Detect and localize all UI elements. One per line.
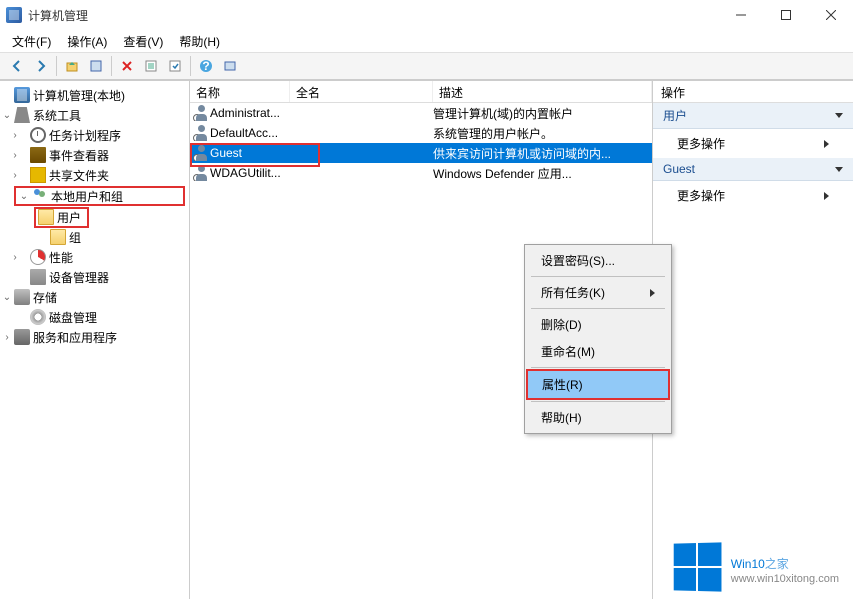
action-more-guest[interactable]: 更多操作: [653, 181, 853, 210]
close-button[interactable]: [808, 0, 853, 30]
col-name[interactable]: 名称: [190, 81, 290, 102]
ctx-separator: [531, 401, 665, 402]
ctx-separator: [531, 276, 665, 277]
minimize-button[interactable]: [718, 0, 763, 30]
users-group-icon: [32, 188, 48, 204]
tree-device-manager[interactable]: 设备管理器: [0, 267, 189, 287]
submenu-arrow-icon: [824, 140, 829, 148]
storage-icon: [14, 289, 30, 305]
user-row[interactable]: ↓Administrat... 管理计算机(域)的内置帐户: [190, 103, 652, 123]
back-button[interactable]: [6, 55, 28, 77]
maximize-button[interactable]: [763, 0, 808, 30]
user-row[interactable]: ↓DefaultAcc... 系统管理的用户帐户。: [190, 123, 652, 143]
window-title: 计算机管理: [28, 7, 718, 24]
user-row[interactable]: ↓WDAGUtilit... Windows Defender 应用...: [190, 163, 652, 183]
menubar: 文件(F) 操作(A) 查看(V) 帮助(H): [0, 30, 853, 52]
titlebar: 计算机管理: [0, 0, 853, 30]
ctx-rename[interactable]: 重命名(M): [527, 338, 669, 365]
folder-icon: [38, 209, 54, 225]
tree-disk-management[interactable]: 磁盘管理: [0, 307, 189, 327]
ctx-separator: [531, 367, 665, 368]
ctx-set-password[interactable]: 设置密码(S)...: [527, 247, 669, 274]
forward-button[interactable]: [30, 55, 52, 77]
ctx-all-tasks[interactable]: 所有任务(K): [527, 279, 669, 306]
view-button[interactable]: [219, 55, 241, 77]
tree-task-scheduler[interactable]: ›任务计划程序: [0, 125, 189, 145]
submenu-arrow-icon: [824, 192, 829, 200]
tree-services-apps[interactable]: ›服务和应用程序: [0, 327, 189, 347]
tree-groups[interactable]: 组: [0, 227, 189, 247]
clock-icon: [30, 127, 46, 143]
refresh-button[interactable]: [140, 55, 162, 77]
event-icon: [30, 147, 46, 163]
action-group-users[interactable]: 用户: [653, 103, 853, 129]
ctx-properties[interactable]: 属性(R): [528, 371, 668, 398]
watermark-url: www.win10xitong.com: [731, 573, 839, 585]
actions-header: 操作: [653, 81, 853, 103]
tree-performance[interactable]: ›性能: [0, 247, 189, 267]
action-group-guest[interactable]: Guest: [653, 158, 853, 181]
tree-root[interactable]: 计算机管理(本地): [0, 85, 189, 105]
tree-event-viewer[interactable]: ›事件查看器: [0, 145, 189, 165]
tree-pane: 计算机管理(本地) ⌄系统工具 ›任务计划程序 ›事件查看器 ›共享文件夹 ⌄本…: [0, 81, 190, 599]
properties-button[interactable]: [85, 55, 107, 77]
menu-file[interactable]: 文件(F): [4, 31, 59, 52]
ctx-separator: [531, 308, 665, 309]
user-icon: ↓: [194, 125, 210, 141]
collapse-icon: [835, 167, 843, 172]
tree-local-users-groups[interactable]: ⌄本地用户和组: [14, 186, 185, 206]
svg-text:?: ?: [202, 59, 209, 73]
tree-users[interactable]: 用户: [34, 207, 185, 227]
context-menu: 设置密码(S)... 所有任务(K) 删除(D) 重命名(M) 属性(R) 帮助…: [524, 244, 672, 434]
up-button[interactable]: [61, 55, 83, 77]
service-icon: [14, 329, 30, 345]
list-pane: 名称 全名 描述 ↓Administrat... 管理计算机(域)的内置帐户 ↓…: [190, 81, 653, 599]
computer-icon: [14, 87, 30, 103]
actions-pane: 操作 用户 更多操作 Guest 更多操作: [653, 81, 853, 599]
list-header: 名称 全名 描述: [190, 81, 652, 103]
menu-help[interactable]: 帮助(H): [171, 31, 228, 52]
ctx-delete[interactable]: 删除(D): [527, 311, 669, 338]
collapse-icon: [835, 113, 843, 118]
user-icon: ↓: [194, 145, 210, 161]
help-button[interactable]: ?: [195, 55, 217, 77]
performance-icon: [30, 249, 46, 265]
app-icon: [6, 7, 22, 23]
tree-storage[interactable]: ⌄存储: [0, 287, 189, 307]
highlight-marker: 属性(R): [526, 369, 670, 400]
folder-icon: [50, 229, 66, 245]
share-icon: [30, 167, 46, 183]
tree-system-tools[interactable]: ⌄系统工具: [0, 105, 189, 125]
action-more-users[interactable]: 更多操作: [653, 129, 853, 158]
user-icon: ↓: [194, 165, 210, 181]
user-icon: ↓: [194, 105, 210, 121]
ctx-help[interactable]: 帮助(H): [527, 404, 669, 431]
tools-icon: [14, 107, 30, 123]
watermark-brand: Win10之家: [731, 549, 839, 573]
disk-icon: [30, 309, 46, 325]
menu-action[interactable]: 操作(A): [59, 31, 115, 52]
export-button[interactable]: [164, 55, 186, 77]
col-fullname[interactable]: 全名: [290, 81, 433, 102]
submenu-arrow-icon: [650, 289, 655, 297]
device-icon: [30, 269, 46, 285]
toolbar: ?: [0, 52, 853, 80]
user-row-selected[interactable]: ↓Guest 供来宾访问计算机或访问域的内...: [190, 143, 652, 163]
delete-button[interactable]: [116, 55, 138, 77]
col-description[interactable]: 描述: [433, 81, 652, 102]
windows-logo-icon: [673, 542, 721, 591]
tree-shared-folders[interactable]: ›共享文件夹: [0, 165, 189, 185]
watermark: Win10之家 www.win10xitong.com: [673, 543, 839, 591]
menu-view[interactable]: 查看(V): [115, 31, 171, 52]
